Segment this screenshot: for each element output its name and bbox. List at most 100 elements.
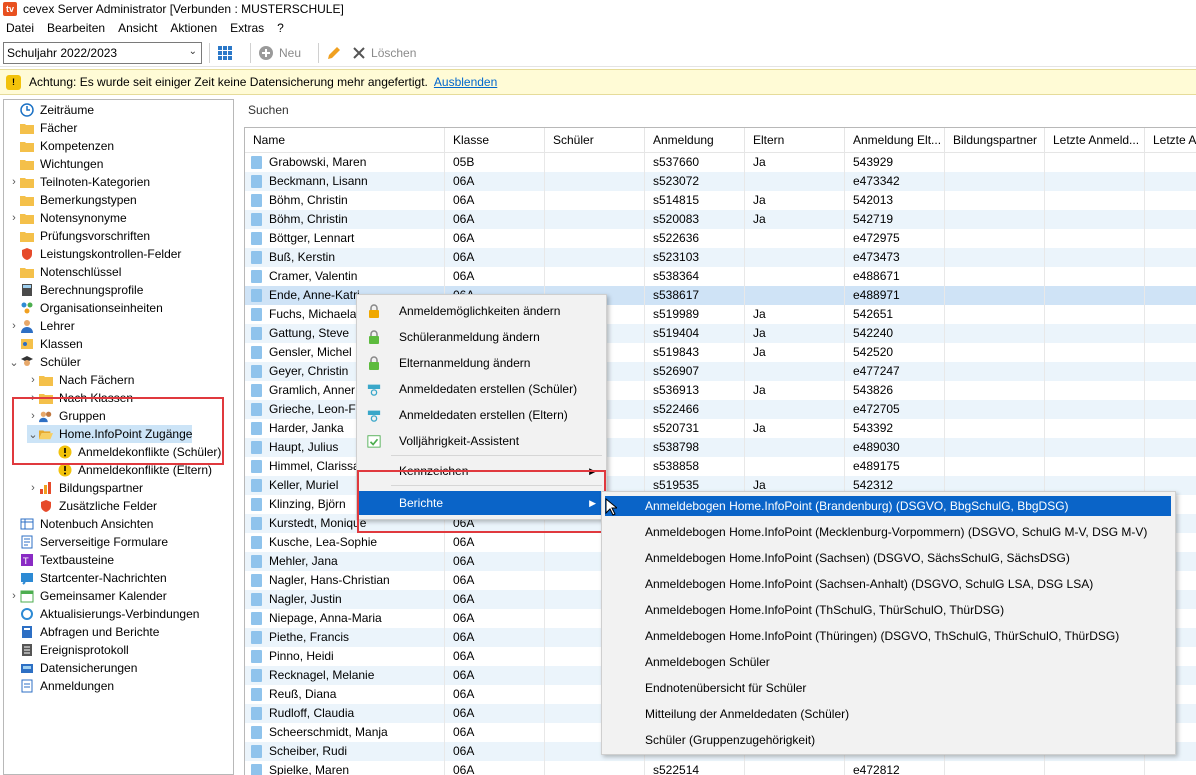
report-menu-item[interactable]: Anmeldebogen Home.InfoPoint (Sachsen-Anh… — [605, 574, 1171, 594]
tree-item[interactable]: T Textbausteine — [8, 551, 114, 569]
context-menu-item[interactable]: Elternanmeldung ändern — [359, 351, 604, 375]
report-menu-item[interactable]: Endnotenübersicht für Schüler — [605, 678, 1171, 698]
column-header[interactable]: Letzte A — [1145, 128, 1196, 153]
chevron-right-icon[interactable]: › — [27, 482, 39, 494]
new-button[interactable]: Neu — [258, 45, 301, 61]
report-menu-item[interactable]: Anmeldebogen Home.InfoPoint (Brandenburg… — [605, 496, 1171, 516]
search-field[interactable]: Suchen — [244, 99, 1196, 121]
table-cell — [1045, 362, 1145, 381]
table-row[interactable]: Beckmann, Lisann 06A s523072 e473342 — [245, 172, 1196, 191]
menu-ansicht[interactable]: Ansicht — [118, 21, 157, 35]
context-menu-item[interactable]: Anmeldemöglichkeiten ändern — [359, 299, 604, 323]
form-icon — [20, 535, 34, 549]
table-cell: 542240 — [845, 324, 945, 343]
student-name: Geyer, Christin — [269, 364, 349, 378]
report-menu-item[interactable]: Anmeldebogen Home.InfoPoint (Mecklenburg… — [605, 522, 1171, 542]
context-menu-item[interactable]: Volljährigkeit-Assistent — [359, 429, 604, 453]
report-menu-item[interactable]: Mitteilung der Anmeldedaten (Schüler) — [605, 704, 1171, 724]
tree-item[interactable]: ⌄ Schüler — [8, 353, 80, 371]
tree-item[interactable]: Fächer — [8, 119, 77, 137]
tree-item[interactable]: › Teilnoten-Kategorien — [8, 173, 150, 191]
tree-item[interactable]: Berechnungsprofile — [8, 281, 143, 299]
tree-item-label: Serverseitige Formulare — [40, 535, 169, 549]
tree-item[interactable]: › Gemeinsamer Kalender — [8, 587, 167, 605]
tree-item[interactable]: Abfragen und Berichte — [8, 623, 159, 641]
menu-aktionen[interactable]: Aktionen — [170, 21, 217, 35]
tree-item[interactable]: Klassen — [8, 335, 83, 353]
table-row[interactable]: Spielke, Maren 06A s522514 e472812 — [245, 761, 1196, 775]
table-row[interactable]: Böhm, Christin 06A s520083 Ja 542719 — [245, 210, 1196, 229]
grid-view-button[interactable] — [217, 45, 233, 61]
report-menu-item[interactable]: Anmeldebogen Home.InfoPoint (Thüringen) … — [605, 626, 1171, 646]
credentials-icon — [367, 382, 381, 396]
tree-item[interactable]: Leistungskontrollen-Felder — [8, 245, 181, 263]
column-header[interactable]: Eltern — [745, 128, 845, 153]
chevron-right-icon[interactable]: › — [27, 374, 39, 386]
menu-datei[interactable]: Datei — [6, 21, 34, 35]
tree-item[interactable]: Wichtungen — [8, 155, 103, 173]
tree-item[interactable]: › Notensynonyme — [8, 209, 127, 227]
chevron-right-icon[interactable]: › — [8, 212, 20, 224]
column-header[interactable]: Bildungspartner — [945, 128, 1045, 153]
chevron-right-icon[interactable]: › — [8, 590, 20, 602]
backup-icon — [20, 661, 34, 675]
context-menu-label: Schüleranmeldung ändern — [399, 330, 540, 344]
table-cell: e472705 — [845, 400, 945, 419]
column-header[interactable]: Anmeldung Elt... — [845, 128, 945, 153]
school-year-select[interactable]: Schuljahr 2022/2023 ⌄ — [3, 41, 202, 64]
tree-item[interactable]: Serverseitige Formulare — [8, 533, 168, 551]
tree-item[interactable]: Organisationseinheiten — [8, 299, 163, 317]
menu-bearbeiten[interactable]: Bearbeiten — [47, 21, 105, 35]
chevron-right-icon[interactable]: › — [8, 320, 20, 332]
chevron-down-icon[interactable]: ⌄ — [8, 356, 20, 369]
report-menu-item[interactable]: Anmeldebogen Schüler — [605, 652, 1171, 672]
table-row[interactable]: Buß, Kerstin 06A s523103 e473473 — [245, 248, 1196, 267]
tree-item[interactable]: Bemerkungstypen — [8, 191, 137, 209]
table-row[interactable]: Böhm, Christin 06A s514815 Ja 542013 — [245, 191, 1196, 210]
document-icon — [251, 270, 262, 283]
table-row[interactable]: Grabowski, Maren 05B s537660 Ja 543929 — [245, 153, 1196, 172]
tree-item[interactable]: Kompetenzen — [8, 137, 114, 155]
tree-item-label: Bildungspartner — [59, 481, 144, 495]
grid-header: Name Klasse Schüler Anmeldung Eltern Anmeldun… — [245, 128, 1196, 153]
report-menu-item[interactable]: Schüler (Gruppenzugehörigkeit) — [605, 730, 1171, 750]
context-menu-item[interactable]: Anmeldedaten erstellen (Eltern) — [359, 403, 604, 427]
tree-item[interactable]: Ereignisprotokoll — [8, 641, 129, 659]
menu-help[interactable]: ? — [277, 21, 284, 35]
menu-extras[interactable]: Extras — [230, 21, 264, 35]
table-cell — [545, 172, 645, 191]
report-menu-item[interactable]: Anmeldebogen Home.InfoPoint (ThSchulG, T… — [605, 600, 1171, 620]
tree-item[interactable]: Zusätzliche Felder — [27, 497, 157, 515]
tree-item[interactable]: Notenbuch Ansichten — [8, 515, 153, 533]
tree-item[interactable]: Notenschlüssel — [8, 263, 121, 281]
class-icon — [20, 337, 34, 351]
highlight-box-berichte — [357, 470, 606, 533]
table-cell — [745, 267, 845, 286]
table-cell: 06A — [445, 742, 545, 761]
hide-warning-link[interactable]: Ausblenden — [434, 75, 497, 89]
warning-bar: ! Achtung: Es wurde seit einiger Zeit ke… — [0, 69, 1196, 95]
tree-item[interactable]: › Lehrer — [8, 317, 75, 335]
table-row[interactable]: Cramer, Valentin 06A s538364 e488671 — [245, 267, 1196, 286]
delete-button[interactable]: Löschen — [352, 46, 416, 60]
column-header[interactable]: Letzte Anmeld... — [1045, 128, 1145, 153]
column-header[interactable]: Schüler — [545, 128, 645, 153]
tree-item[interactable]: › Nach Fächern — [27, 371, 134, 389]
tree-item[interactable]: Anmeldungen — [8, 677, 114, 695]
column-header[interactable]: Name — [245, 128, 445, 153]
context-menu-item[interactable]: Anmeldedaten erstellen (Schüler) — [359, 377, 604, 401]
tree-item[interactable]: Datensicherungen — [8, 659, 137, 677]
column-header[interactable]: Klasse — [445, 128, 545, 153]
column-header[interactable]: Anmeldung — [645, 128, 745, 153]
tree-item[interactable]: Prüfungsvorschriften — [8, 227, 150, 245]
table-row[interactable]: Böttger, Lennart 06A s522636 e472975 — [245, 229, 1196, 248]
table-cell: s523103 — [645, 248, 745, 267]
report-menu-item[interactable]: Anmeldebogen Home.InfoPoint (Sachsen) (D… — [605, 548, 1171, 568]
edit-button[interactable] — [326, 45, 342, 61]
tree-item[interactable]: › Bildungspartner — [27, 479, 143, 497]
context-menu-item[interactable]: Schüleranmeldung ändern — [359, 325, 604, 349]
tree-item[interactable]: Zeiträume — [8, 101, 94, 119]
tree-item[interactable]: Aktualisierungs-Verbindungen — [8, 605, 199, 623]
tree-item[interactable]: Startcenter-Nachrichten — [8, 569, 167, 587]
chevron-right-icon[interactable]: › — [8, 176, 20, 188]
